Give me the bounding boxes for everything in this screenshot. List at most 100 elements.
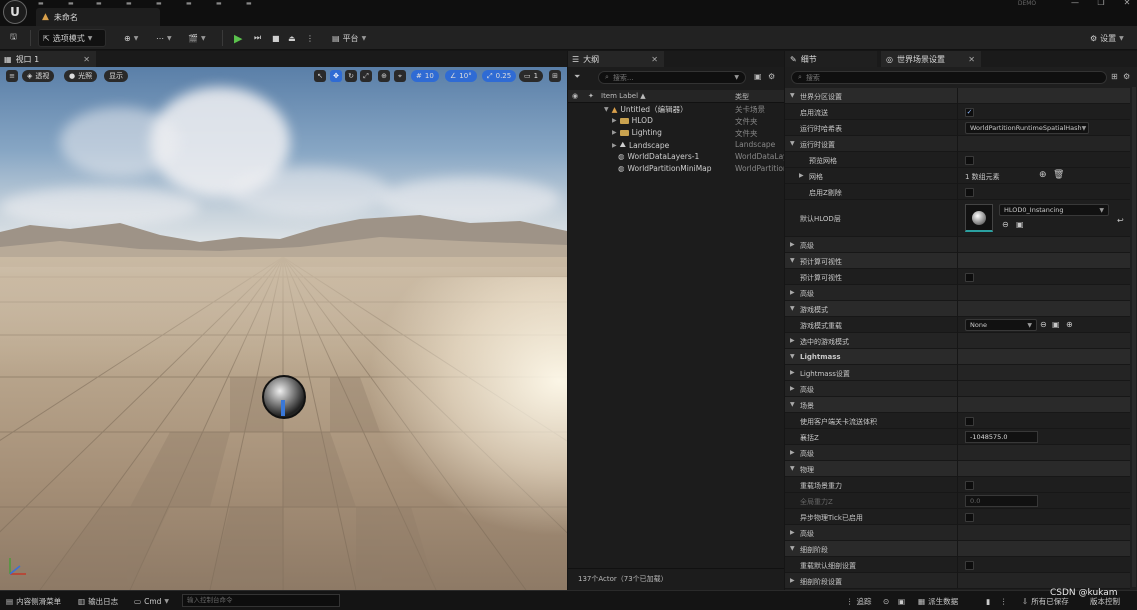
platforms-button[interactable]: ▤ 平台 ▼ xyxy=(328,29,370,47)
close-icon[interactable]: ✕ xyxy=(1118,0,1136,8)
grid-snap-toggle[interactable]: # 10 xyxy=(411,70,439,82)
translate-tool-icon[interactable]: ✥ xyxy=(330,70,342,82)
outliner-row[interactable]: ◍ WorldPartitionMiniMap WorldPartition xyxy=(568,164,784,176)
output-log-button[interactable]: ▥ 输出日志 xyxy=(78,591,118,610)
preview-grids-checkbox[interactable] xyxy=(965,156,974,165)
cmd-dropdown[interactable]: ▭ Cmd ▼ xyxy=(134,591,169,610)
outliner-row[interactable]: ▶ Lighting 文件夹 xyxy=(568,128,784,140)
browse-icon[interactable]: ▣ xyxy=(1052,320,1060,329)
close-tab-icon[interactable]: ✕ xyxy=(651,55,658,64)
world-settings-tab[interactable]: ◎ 世界场景设置 ✕ xyxy=(881,51,981,67)
precomputed-visibility-checkbox[interactable] xyxy=(965,273,974,282)
visibility-column-icon[interactable]: ◉ xyxy=(572,92,578,100)
game-mode-override-dropdown[interactable]: None ▼ xyxy=(965,319,1037,331)
enable-streaming-checkbox[interactable]: ✓ xyxy=(965,108,974,117)
save-icon[interactable]: 🖫 xyxy=(6,29,21,47)
settings-button[interactable]: ⚙ 设置 ▼ xyxy=(1086,29,1128,47)
level-document-tab[interactable]: ▲ 未命名 xyxy=(36,8,160,26)
scale-tool-icon[interactable]: ⤢ xyxy=(360,70,372,82)
grid-view-icon[interactable]: ⊞ xyxy=(1111,72,1118,81)
use-selected-icon[interactable]: ⊖ xyxy=(1040,320,1047,329)
viewport-layout-icon[interactable]: ⊞ xyxy=(549,70,561,82)
rotation-snap-toggle[interactable]: ∠ 10° xyxy=(445,70,477,82)
menu-actor[interactable]: ▬ xyxy=(216,0,234,6)
outliner-row[interactable]: ▶ HLOD 文件夹 xyxy=(568,116,784,128)
chevron-right-icon[interactable]: ▶ xyxy=(799,172,804,179)
enable-z-culling-checkbox[interactable] xyxy=(965,188,974,197)
type-header[interactable]: 类型 xyxy=(735,92,749,102)
add-icon[interactable]: ⊕ xyxy=(1066,320,1073,329)
viewport-tab[interactable]: ▦ 视口 1 ✕ xyxy=(0,51,96,67)
kill-z-input[interactable]: -1048575.0 xyxy=(965,431,1038,443)
menu-window[interactable]: ▬ xyxy=(96,0,114,6)
item-label-header[interactable]: Item Label ▲ xyxy=(601,92,646,100)
details-scrollbar[interactable] xyxy=(1132,87,1136,587)
trace-button[interactable]: ⋮ 追踪 xyxy=(846,591,872,610)
minimize-icon[interactable]: — xyxy=(1066,0,1084,8)
outliner-row-type: 文件夹 xyxy=(735,129,758,138)
perspective-button[interactable]: ◈ 透视 xyxy=(22,70,55,82)
gear-icon[interactable]: ⚙ xyxy=(768,72,775,81)
camera-speed-button[interactable]: ▭ 1 xyxy=(519,70,544,82)
outliner-tab[interactable]: ☰ 大纲 ✕ xyxy=(568,51,664,67)
rotate-tool-icon[interactable]: ↻ xyxy=(345,70,357,82)
menu-edit[interactable]: ▬ xyxy=(68,0,86,6)
outliner-search-input[interactable]: ⌕ 搜索... ▼ xyxy=(598,71,746,84)
world-space-icon[interactable]: ⊕ xyxy=(378,70,390,82)
browse-icon[interactable]: ▣ xyxy=(1016,220,1024,229)
menu-tools[interactable]: ▬ xyxy=(126,0,144,6)
show-button[interactable]: 显示 xyxy=(104,70,128,82)
details-tab[interactable]: ✎ 细节 xyxy=(785,51,877,67)
add-element-icon[interactable]: ⊕ xyxy=(1039,170,1047,180)
signal-icon[interactable]: ▮ xyxy=(986,591,990,610)
runtime-hash-dropdown[interactable]: WorldPartitionRuntimeSpatialHash ▼ xyxy=(965,122,1089,134)
trash-icon[interactable]: 🗑 xyxy=(1053,170,1064,180)
use-selected-icon[interactable]: ⊖ xyxy=(1002,220,1009,229)
eject-button[interactable]: ⏏ xyxy=(284,29,300,47)
async-physics-tick-checkbox[interactable] xyxy=(965,513,974,522)
pin-column-icon[interactable]: ✦ xyxy=(588,92,594,100)
content-drawer-button[interactable]: ▤ 内容侧滑菜单 xyxy=(6,591,61,610)
blueprint-button[interactable]: ⋯ ▼ xyxy=(152,29,176,47)
column-divider[interactable] xyxy=(957,88,958,588)
more-icon[interactable]: ⋮ xyxy=(1000,591,1008,610)
play-options-button[interactable]: ⋮ xyxy=(302,29,318,47)
derived-data-button[interactable]: ▦ 派生数据 xyxy=(918,591,958,610)
details-search-input[interactable]: ⌕ 搜索 xyxy=(791,71,1107,84)
select-tool-icon[interactable]: ↖ xyxy=(314,70,326,82)
reset-icon[interactable]: ↩ xyxy=(1117,216,1124,225)
select-mode-dropdown[interactable]: ⇱ 选项模式 ▼ xyxy=(38,29,106,47)
level-viewport[interactable]: ≡ ◈ 透视 ● 光照 显示 ↖ ✥ ↻ ⤢ ⊕ ⌖ # 10 ∠ 10° ⤢ … xyxy=(0,67,567,590)
console-command-input[interactable]: 输入控制台命令 xyxy=(182,594,340,607)
filter-icon[interactable]: ⏷ xyxy=(574,72,580,82)
hlod-thumbnail[interactable] xyxy=(965,204,993,232)
close-tab-icon[interactable]: ✕ xyxy=(83,55,90,64)
cinematics-button[interactable]: 🎬 ▼ xyxy=(184,29,210,47)
menu-build[interactable]: ▬ xyxy=(156,0,174,6)
outliner-row[interactable]: ▶ ⛰ Landscape Landscape xyxy=(568,140,784,152)
override-gravity-checkbox[interactable] xyxy=(965,481,974,490)
scale-snap-toggle[interactable]: ⤢ 0.25 xyxy=(482,70,517,82)
lit-button[interactable]: ● 光照 xyxy=(64,70,98,82)
outliner-row[interactable]: ◍ WorldDataLayers-1 WorldDataLay xyxy=(568,152,784,164)
viewport-menu-icon[interactable]: ≡ xyxy=(6,70,18,82)
add-folder-icon[interactable]: ▣ xyxy=(754,72,762,81)
gear-icon[interactable]: ⚙ xyxy=(1123,72,1130,81)
add-actor-button[interactable]: ⊕ ▼ xyxy=(120,29,142,47)
client-level-streaming-checkbox[interactable] xyxy=(965,417,974,426)
step-button[interactable]: ⏭ xyxy=(250,29,265,47)
play-button[interactable]: ▶ xyxy=(230,29,246,47)
default-hlod-layer-dropdown[interactable]: HLOD0_Instancing ▼ xyxy=(999,204,1109,216)
unreal-logo-icon[interactable]: U xyxy=(3,0,27,24)
menu-help[interactable]: ▬ xyxy=(246,0,264,6)
close-tab-icon[interactable]: ✕ xyxy=(968,55,975,64)
record-icon[interactable]: ⊙ xyxy=(883,591,889,610)
override-broadphase-checkbox[interactable] xyxy=(965,561,974,570)
menu-file[interactable]: ▬ xyxy=(38,0,56,6)
stop-button[interactable]: ■ xyxy=(268,29,284,47)
surface-snap-icon[interactable]: ⌖ xyxy=(394,70,406,82)
outliner-row[interactable]: ▼ ▲ Untitled（编辑器） 关卡场景 xyxy=(568,104,784,116)
menu-select[interactable]: ▬ xyxy=(186,0,204,6)
maximize-icon[interactable]: ❐ xyxy=(1092,0,1110,8)
screenshot-icon[interactable]: ▣ xyxy=(898,591,905,610)
